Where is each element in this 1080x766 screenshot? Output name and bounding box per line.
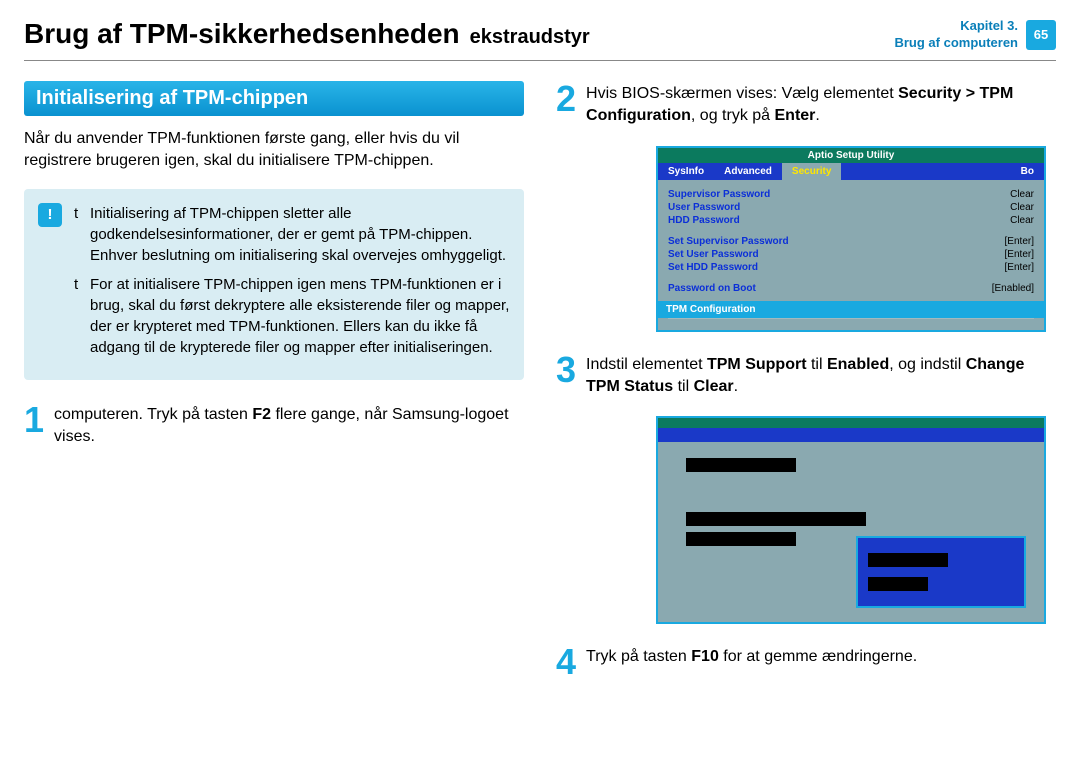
step-number: 2 [556,81,576,128]
bios-screenshot-1: Aptio Setup Utility SysInfo Advanced Sec… [656,146,1046,332]
bios-tabs: SysInfo Advanced Security Bo [658,163,1044,180]
notice-box: ! t Initialisering af TPM-chippen slette… [24,189,524,380]
redacted-line [686,512,866,526]
bios-body: Supervisor PasswordClear User PasswordCl… [658,180,1044,330]
bios-title: Aptio Setup Utility [658,148,1044,163]
step-4-text: Tryk på tasten F10 for at gemme ændringe… [586,644,917,680]
step-2: 2 Hvis BIOS-skærmen vises: Vælg elemente… [556,81,1056,128]
bullet: t [74,274,82,358]
step-3: 3 Indstil elementet TPM Support til Enab… [556,352,1056,399]
page-number: 65 [1026,20,1056,50]
right-column: 2 Hvis BIOS-skærmen vises: Vælg elemente… [556,81,1056,699]
page-header: Brug af TPM-sikkerhedsenheden ekstraudst… [24,18,1056,61]
redacted-line [686,532,796,546]
redacted-line [868,577,928,591]
step-2-text: Hvis BIOS-skærmen vises: Vælg elementet … [586,81,1056,128]
redacted-line [868,553,948,567]
redacted-line [686,458,796,472]
notice-item-2: For at initialisere TPM-chippen igen men… [90,274,510,358]
step-number: 1 [24,402,44,449]
step-4: 4 Tryk på tasten F10 for at gemme ændrin… [556,644,1056,680]
page-title: Brug af TPM-sikkerhedsenheden [24,18,460,50]
step-3-text: Indstil elementet TPM Support til Enable… [586,352,1056,399]
bios-tab-advanced: Advanced [714,163,782,180]
chapter-info: Kapitel 3. Brug af computeren [894,18,1018,52]
alert-icon: ! [38,203,62,227]
step-1-text: computeren. Tryk på tasten F2 flere gang… [54,402,524,449]
page-subtitle: ekstraudstyr [470,26,590,49]
bios-tab-security: Security [782,163,841,180]
notice-item-1: Initialisering af TPM-chippen sletter al… [90,203,510,266]
bios-selected-row: TPM Configuration [658,301,1044,318]
bios-screenshot-2 [656,416,1046,624]
step-number: 4 [556,644,576,680]
section-heading: Initialisering af TPM-chippen [24,81,524,116]
bios-tab-sysinfo: SysInfo [658,163,714,180]
chapter-line2: Brug af computeren [894,35,1018,52]
bios-popup [856,536,1026,608]
bios-tab-boot: Bo [1011,163,1044,180]
intro-text: Når du anvender TPM-funktionen første ga… [24,128,524,173]
step-1: 1 computeren. Tryk på tasten F2 flere ga… [24,402,524,449]
left-column: Initialisering af TPM-chippen Når du anv… [24,81,524,699]
step-number: 3 [556,352,576,399]
bullet: t [74,203,82,266]
chapter-line1: Kapitel 3. [894,18,1018,35]
